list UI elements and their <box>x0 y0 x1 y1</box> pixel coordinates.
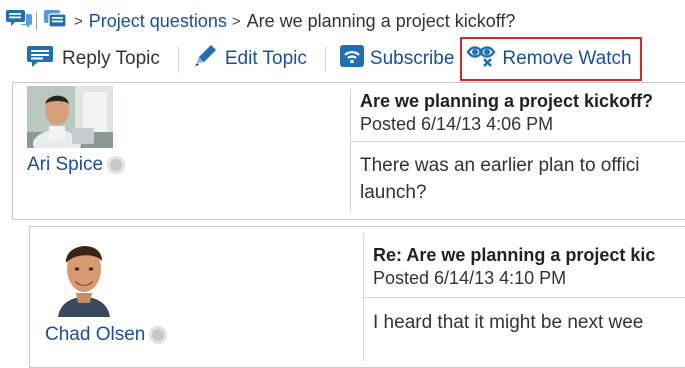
subscribe-label: Subscribe <box>369 48 455 69</box>
post-title: Re: Are we planning a project kic <box>373 245 656 265</box>
edit-topic-button[interactable]: Edit Topic <box>189 44 311 74</box>
reply-topic-label: Reply Topic <box>62 48 160 69</box>
author-name: Chad Olsen <box>45 324 146 345</box>
post-card: Chad Olsen Re: Are we planning a project… <box>29 226 685 368</box>
toolbar-divider <box>324 46 326 72</box>
breadcrumb-chevron: > <box>74 12 83 30</box>
post-body: There was an earlier plan to offici laun… <box>360 152 640 206</box>
breadcrumb-current-topic: Are we planning a project kickoff? <box>246 10 516 31</box>
post-divider <box>364 297 685 298</box>
post-body-line: launch? <box>360 182 427 203</box>
presence-icon <box>149 326 168 344</box>
post-title: Are we planning a project kickoff? <box>360 91 654 111</box>
author-name: Ari Spice <box>27 154 104 175</box>
post-body: I heard that it might be next wee <box>373 309 643 336</box>
reply-icon <box>26 44 56 74</box>
topic-toolbar: Reply Topic Edit Topic Subscribe Remove … <box>22 37 642 81</box>
post-date: Posted 6/14/13 4:10 PM <box>373 268 567 288</box>
column-divider <box>350 89 351 213</box>
author-link[interactable]: Chad Olsen <box>45 324 168 346</box>
author-link[interactable]: Ari Spice <box>27 154 126 176</box>
forum-icon[interactable] <box>43 8 69 35</box>
avatar[interactable] <box>52 233 116 317</box>
remove-watch-label: Remove Watch <box>502 48 632 69</box>
remove-watch-icon <box>466 43 496 75</box>
presence-icon <box>107 156 126 174</box>
avatar[interactable] <box>27 86 113 148</box>
reply-topic-button[interactable]: Reply Topic <box>22 44 164 74</box>
post-divider <box>351 141 685 142</box>
post-body-line: I heard that it might be next wee <box>373 312 644 333</box>
discussion-icon[interactable] <box>6 8 32 35</box>
pencil-icon <box>193 44 219 74</box>
remove-watch-button[interactable]: Remove Watch <box>460 37 642 81</box>
toolbar-divider <box>177 46 179 72</box>
subscribe-button[interactable]: Subscribe <box>336 44 459 74</box>
post-card: Ari Spice Are we planning a project kick… <box>12 82 685 220</box>
breadcrumb-link-project-questions[interactable]: Project questions <box>89 11 227 32</box>
post-body-line: There was an earlier plan to offici <box>360 155 640 176</box>
edit-topic-label: Edit Topic <box>224 48 307 69</box>
post-date: Posted 6/14/13 4:06 PM <box>360 114 554 134</box>
breadcrumb-divider <box>36 12 37 30</box>
breadcrumb: > Project questions > Are we planning a … <box>6 9 515 33</box>
subscribe-icon <box>339 44 364 74</box>
breadcrumb-chevron: > <box>231 12 241 30</box>
